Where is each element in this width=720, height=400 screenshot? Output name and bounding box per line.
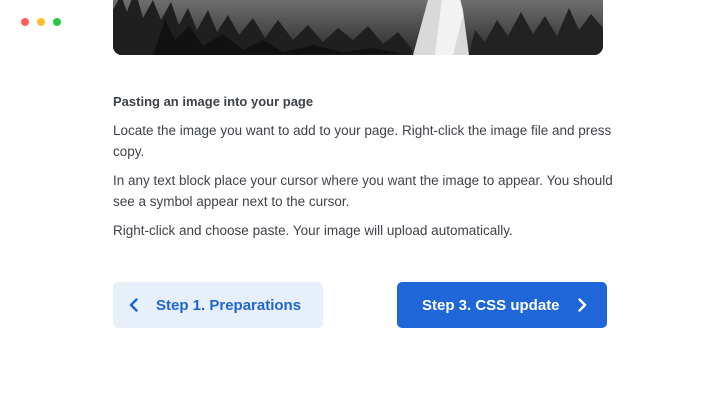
article-paragraph-2: In any text block place your cursor wher… <box>113 173 613 209</box>
maximize-window-button[interactable] <box>53 18 61 26</box>
chevron-left-icon <box>129 298 139 312</box>
chevron-right-icon <box>577 298 587 312</box>
previous-step-button[interactable]: Step 1. Preparations <box>113 282 323 328</box>
article-paragraph-3: Right-click and choose paste. Your image… <box>113 223 513 238</box>
article-paragraph-1: Locate the image you want to add to your… <box>113 123 612 159</box>
hero-image <box>113 0 603 55</box>
next-step-button[interactable]: Step 3. CSS update <box>397 282 607 328</box>
forest-landscape-image <box>113 0 603 55</box>
article-heading: Pasting an image into your page <box>113 94 314 109</box>
window-controls <box>21 18 61 26</box>
close-window-button[interactable] <box>21 18 29 26</box>
minimize-window-button[interactable] <box>37 18 45 26</box>
previous-step-label: Step 1. Preparations <box>156 296 302 314</box>
article: Pasting an image into your page Locate t… <box>113 94 613 249</box>
next-step-label: Step 3. CSS update <box>422 296 560 314</box>
